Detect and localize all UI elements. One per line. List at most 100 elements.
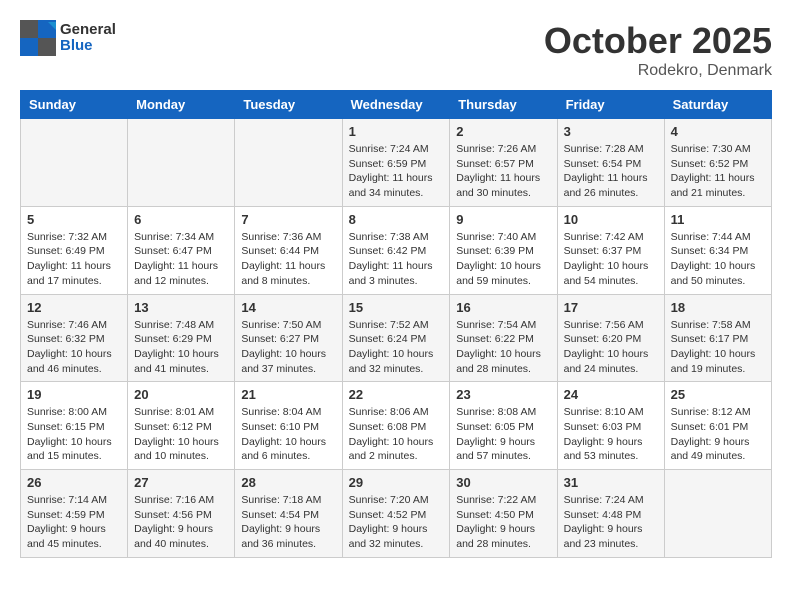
calendar-day-cell [21,119,128,207]
calendar-header-row: SundayMondayTuesdayWednesdayThursdayFrid… [21,91,772,119]
day-of-week-header: Thursday [450,91,557,119]
day-of-week-header: Tuesday [235,91,342,119]
day-number: 30 [456,475,550,490]
day-number: 19 [27,387,121,402]
day-number: 27 [134,475,228,490]
calendar-week-row: 19 Sunrise: 8:00 AM Sunset: 6:15 PM Dayli… [21,382,772,470]
day-info: Sunrise: 8:12 AM Sunset: 6:01 PM Dayligh… [671,405,765,464]
day-number: 6 [134,212,228,227]
day-number: 18 [671,300,765,315]
calendar-week-row: 1 Sunrise: 7:24 AM Sunset: 6:59 PM Daylig… [21,119,772,207]
calendar-day-cell: 25 Sunrise: 8:12 AM Sunset: 6:01 PM Dayli… [664,382,771,470]
calendar-day-cell: 3 Sunrise: 7:28 AM Sunset: 6:54 PM Daylig… [557,119,664,207]
day-info: Sunrise: 7:54 AM Sunset: 6:22 PM Dayligh… [456,318,550,377]
month-title: October 2025 [544,20,772,62]
calendar-day-cell: 9 Sunrise: 7:40 AM Sunset: 6:39 PM Daylig… [450,206,557,294]
day-info: Sunrise: 7:38 AM Sunset: 6:42 PM Dayligh… [349,230,444,289]
calendar-day-cell: 2 Sunrise: 7:26 AM Sunset: 6:57 PM Daylig… [450,119,557,207]
day-info: Sunrise: 7:28 AM Sunset: 6:54 PM Dayligh… [564,142,658,201]
day-of-week-header: Friday [557,91,664,119]
day-info: Sunrise: 8:08 AM Sunset: 6:05 PM Dayligh… [456,405,550,464]
day-info: Sunrise: 7:32 AM Sunset: 6:49 PM Dayligh… [27,230,121,289]
logo-icon [20,20,56,56]
day-number: 22 [349,387,444,402]
day-number: 24 [564,387,658,402]
day-number: 15 [349,300,444,315]
calendar-day-cell: 5 Sunrise: 7:32 AM Sunset: 6:49 PM Daylig… [21,206,128,294]
calendar-day-cell: 23 Sunrise: 8:08 AM Sunset: 6:05 PM Dayli… [450,382,557,470]
logo-blue: Blue [60,37,93,54]
day-number: 8 [349,212,444,227]
calendar-day-cell: 16 Sunrise: 7:54 AM Sunset: 6:22 PM Dayli… [450,294,557,382]
day-info: Sunrise: 7:36 AM Sunset: 6:44 PM Dayligh… [241,230,335,289]
day-number: 10 [564,212,658,227]
day-number: 5 [27,212,121,227]
calendar-day-cell: 4 Sunrise: 7:30 AM Sunset: 6:52 PM Daylig… [664,119,771,207]
day-info: Sunrise: 7:44 AM Sunset: 6:34 PM Dayligh… [671,230,765,289]
calendar-day-cell: 30Sunrise: 7:22 AM Sunset: 4:50 PM Dayli… [450,470,557,558]
day-info: Sunrise: 8:01 AM Sunset: 6:12 PM Dayligh… [134,405,228,464]
day-info: Sunrise: 7:46 AM Sunset: 6:32 PM Dayligh… [27,318,121,377]
day-number: 16 [456,300,550,315]
day-number: 21 [241,387,335,402]
title-block: October 2025 Rodekro, Denmark [544,20,772,80]
day-number: 31 [564,475,658,490]
day-info: Sunrise: 7:56 AM Sunset: 6:20 PM Dayligh… [564,318,658,377]
calendar-day-cell: 10 Sunrise: 7:42 AM Sunset: 6:37 PM Dayli… [557,206,664,294]
day-number: 13 [134,300,228,315]
logo: General Blue [20,20,116,56]
calendar-day-cell: 24 Sunrise: 8:10 AM Sunset: 6:03 PM Dayli… [557,382,664,470]
day-number: 4 [671,124,765,139]
calendar-day-cell: 20Sunrise: 8:01 AM Sunset: 6:12 PM Dayli… [128,382,235,470]
calendar-day-cell: 13 Sunrise: 7:48 AM Sunset: 6:29 PM Dayli… [128,294,235,382]
day-number: 26 [27,475,121,490]
calendar-day-cell: 11Sunrise: 7:44 AM Sunset: 6:34 PM Dayli… [664,206,771,294]
day-number: 2 [456,124,550,139]
calendar-table: SundayMondayTuesdayWednesdayThursdayFrid… [20,90,772,558]
day-of-week-header: Saturday [664,91,771,119]
day-info: Sunrise: 7:16 AM Sunset: 4:56 PM Dayligh… [134,493,228,552]
calendar-day-cell: 12 Sunrise: 7:46 AM Sunset: 6:32 PM Dayli… [21,294,128,382]
calendar-day-cell: 31 Sunrise: 7:24 AM Sunset: 4:48 PM Dayli… [557,470,664,558]
calendar-day-cell: 6 Sunrise: 7:34 AM Sunset: 6:47 PM Daylig… [128,206,235,294]
day-info: Sunrise: 8:04 AM Sunset: 6:10 PM Dayligh… [241,405,335,464]
calendar-day-cell: 26Sunrise: 7:14 AM Sunset: 4:59 PM Dayli… [21,470,128,558]
day-info: Sunrise: 7:40 AM Sunset: 6:39 PM Dayligh… [456,230,550,289]
calendar-day-cell: 27 Sunrise: 7:16 AM Sunset: 4:56 PM Dayli… [128,470,235,558]
day-info: Sunrise: 7:26 AM Sunset: 6:57 PM Dayligh… [456,142,550,201]
day-info: Sunrise: 7:52 AM Sunset: 6:24 PM Dayligh… [349,318,444,377]
day-of-week-header: Wednesday [342,91,450,119]
calendar-week-row: 5 Sunrise: 7:32 AM Sunset: 6:49 PM Daylig… [21,206,772,294]
calendar-day-cell: 7Sunrise: 7:36 AM Sunset: 6:44 PM Daylig… [235,206,342,294]
day-info: Sunrise: 7:20 AM Sunset: 4:52 PM Dayligh… [349,493,444,552]
day-number: 17 [564,300,658,315]
day-number: 29 [349,475,444,490]
day-info: Sunrise: 7:58 AM Sunset: 6:17 PM Dayligh… [671,318,765,377]
day-number: 14 [241,300,335,315]
day-number: 9 [456,212,550,227]
day-of-week-header: Monday [128,91,235,119]
day-number: 28 [241,475,335,490]
logo-general: General [60,21,116,38]
calendar-day-cell: 18 Sunrise: 7:58 AM Sunset: 6:17 PM Dayli… [664,294,771,382]
day-number: 1 [349,124,444,139]
day-number: 3 [564,124,658,139]
calendar-day-cell: 8 Sunrise: 7:38 AM Sunset: 6:42 PM Daylig… [342,206,450,294]
calendar-week-row: 26Sunrise: 7:14 AM Sunset: 4:59 PM Dayli… [21,470,772,558]
page-header: General Blue October 2025 Rodekro, Denma… [20,20,772,80]
day-info: Sunrise: 7:24 AM Sunset: 4:48 PM Dayligh… [564,493,658,552]
day-info: Sunrise: 7:34 AM Sunset: 6:47 PM Dayligh… [134,230,228,289]
day-info: Sunrise: 8:00 AM Sunset: 6:15 PM Dayligh… [27,405,121,464]
day-info: Sunrise: 7:50 AM Sunset: 6:27 PM Dayligh… [241,318,335,377]
calendar-day-cell: 17 Sunrise: 7:56 AM Sunset: 6:20 PM Dayli… [557,294,664,382]
day-info: Sunrise: 8:10 AM Sunset: 6:03 PM Dayligh… [564,405,658,464]
day-info: Sunrise: 7:30 AM Sunset: 6:52 PM Dayligh… [671,142,765,201]
day-info: Sunrise: 7:42 AM Sunset: 6:37 PM Dayligh… [564,230,658,289]
calendar-day-cell: 29 Sunrise: 7:20 AM Sunset: 4:52 PM Dayli… [342,470,450,558]
day-number: 23 [456,387,550,402]
day-number: 25 [671,387,765,402]
day-number: 12 [27,300,121,315]
day-info: Sunrise: 7:24 AM Sunset: 6:59 PM Dayligh… [349,142,444,201]
day-info: Sunrise: 7:48 AM Sunset: 6:29 PM Dayligh… [134,318,228,377]
calendar-day-cell: 22Sunrise: 8:06 AM Sunset: 6:08 PM Dayli… [342,382,450,470]
